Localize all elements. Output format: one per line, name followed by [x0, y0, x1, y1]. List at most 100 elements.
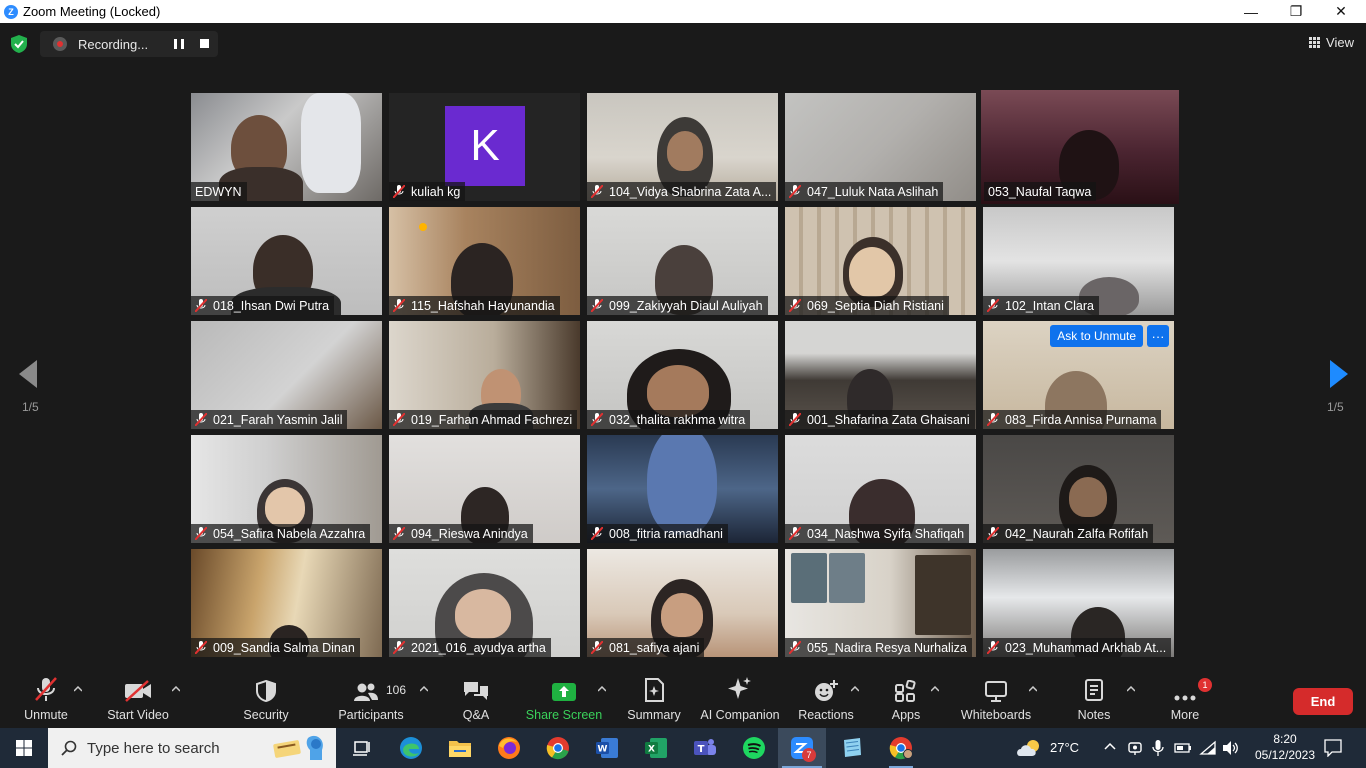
- muted-mic-icon: [789, 185, 801, 198]
- zoom-taskbar-button[interactable]: 7: [778, 728, 826, 768]
- participant-name-label: 023_Muhammad Arkhab At...: [983, 638, 1172, 657]
- video-off-icon: [125, 680, 151, 702]
- video-tile[interactable]: 094_Rieswa Anindya: [389, 435, 580, 543]
- security-button[interactable]: Security: [238, 672, 294, 728]
- video-tile[interactable]: 001_Shafarina Zata Ghaisani: [785, 321, 976, 429]
- view-label: View: [1326, 35, 1354, 50]
- video-tile[interactable]: 054_Safira Nabela Azzahra: [191, 435, 382, 543]
- reactions-button[interactable]: Reactions: [798, 672, 854, 728]
- whiteboards-options-caret-icon[interactable]: [1029, 686, 1037, 692]
- battery-icon[interactable]: [1174, 741, 1192, 755]
- window-title: Zoom Meeting (Locked): [23, 4, 161, 19]
- muted-mic-icon: [789, 413, 801, 426]
- qa-button[interactable]: Q&A: [456, 672, 496, 728]
- ai-companion-button[interactable]: AI Companion: [700, 672, 780, 728]
- video-tile[interactable]: 032_thalita rakhma witra: [587, 321, 778, 429]
- tile-more-options-button[interactable]: ···: [1147, 325, 1169, 347]
- apps-button[interactable]: Apps: [886, 672, 926, 728]
- participant-name-label: 008_fitria ramadhani: [587, 524, 728, 543]
- share-screen-button[interactable]: Share Screen: [526, 672, 602, 728]
- volume-icon[interactable]: [1222, 740, 1240, 756]
- video-tile[interactable]: 2021_016_ayudya artha: [389, 549, 580, 657]
- task-view-icon[interactable]: [348, 734, 376, 762]
- meeting-top-bar: Recording... View: [0, 23, 1366, 65]
- next-page-arrow-icon[interactable]: [1330, 360, 1348, 388]
- view-button[interactable]: View: [1309, 35, 1354, 50]
- participants-options-caret-icon[interactable]: [420, 686, 428, 692]
- start-video-button[interactable]: Start Video: [104, 672, 172, 728]
- video-tile[interactable]: 019_Farhan Ahmad Fachrezi: [389, 321, 580, 429]
- participant-name-label: 053_Naufal Taqwa: [984, 182, 1097, 201]
- participant-name-label: 081_safiya ajani: [587, 638, 705, 657]
- video-tile[interactable]: 009_Sandia Salma Dinan: [191, 549, 382, 657]
- page-indicator-right: 1/5: [1327, 400, 1344, 414]
- muted-mic-icon: [393, 527, 405, 540]
- summary-button[interactable]: Summary: [626, 672, 682, 728]
- notepad-icon[interactable]: [838, 734, 866, 762]
- video-tile[interactable]: 047_Luluk Nata Aslihah: [785, 93, 976, 201]
- chrome-profile-icon[interactable]: [887, 734, 915, 768]
- file-explorer-icon[interactable]: [446, 734, 474, 762]
- camera-privacy-icon[interactable]: [1127, 740, 1143, 756]
- minimize-button[interactable]: —: [1228, 0, 1274, 23]
- video-tile[interactable]: 023_Muhammad Arkhab At...: [983, 549, 1174, 657]
- security-shield-icon[interactable]: [11, 35, 27, 53]
- teams-icon[interactable]: T: [691, 734, 719, 762]
- video-tile[interactable]: 021_Farah Yasmin Jalil: [191, 321, 382, 429]
- participant-name-label: 099_Zakiyyah Diaul Auliyah: [587, 296, 768, 315]
- weather-cloud-icon[interactable]: [1015, 734, 1045, 762]
- muted-mic-icon: [789, 641, 801, 654]
- video-tile[interactable]: EDWYN: [191, 93, 382, 201]
- video-options-caret-icon[interactable]: [172, 686, 180, 692]
- search-highlight-illustration-icon: [270, 732, 330, 764]
- microphone-in-use-icon[interactable]: [1152, 739, 1164, 757]
- audio-options-caret-icon[interactable]: [74, 686, 82, 692]
- firefox-icon[interactable]: [495, 734, 523, 762]
- muted-microphone-icon: [35, 677, 57, 701]
- ask-to-unmute-button[interactable]: Ask to Unmute: [1050, 325, 1143, 347]
- share-options-caret-icon[interactable]: [598, 686, 606, 692]
- participants-button[interactable]: Participants: [336, 672, 406, 728]
- spotify-icon[interactable]: [740, 734, 768, 762]
- start-button[interactable]: [0, 728, 48, 768]
- video-tile[interactable]: 081_safiya ajani: [587, 549, 778, 657]
- previous-page-arrow-icon[interactable]: [19, 360, 37, 388]
- apps-options-caret-icon[interactable]: [931, 686, 939, 692]
- notes-options-caret-icon[interactable]: [1127, 686, 1135, 692]
- video-tile[interactable]: K kuliah kg: [389, 93, 580, 201]
- excel-icon[interactable]: X: [642, 734, 670, 762]
- video-tile[interactable]: 102_Intan Clara: [983, 207, 1174, 315]
- end-meeting-button[interactable]: End: [1293, 688, 1353, 715]
- video-tile[interactable]: 099_Zakiyyah Diaul Auliyah: [587, 207, 778, 315]
- video-tile[interactable]: 069_Septia Diah Ristiani: [785, 207, 976, 315]
- video-tile[interactable]: 104_Vidya Shabrina Zata A...: [587, 93, 778, 201]
- video-tile[interactable]: 055_Nadira Resya Nurhaliza: [785, 549, 976, 657]
- chrome-icon[interactable]: [544, 734, 572, 762]
- notes-button[interactable]: Notes: [1072, 672, 1116, 728]
- active-speaker-tile[interactable]: 053_Naufal Taqwa: [981, 90, 1179, 204]
- video-tile[interactable]: 018_Ihsan Dwi Putra: [191, 207, 382, 315]
- maximize-button[interactable]: ❐: [1273, 0, 1319, 23]
- notification-center-icon[interactable]: [1324, 739, 1342, 757]
- wifi-icon[interactable]: [1199, 740, 1217, 756]
- svg-text:T: T: [698, 744, 705, 755]
- participant-name-label: 055_Nadira Resya Nurhaliza: [785, 638, 972, 657]
- system-clock[interactable]: 8:20 05/12/2023: [1254, 731, 1316, 763]
- zoom-taskbar-badge: 7: [802, 748, 816, 762]
- video-tile[interactable]: 115_Hafshah Hayunandia: [389, 207, 580, 315]
- stop-recording-icon[interactable]: [200, 39, 209, 48]
- edge-browser-icon[interactable]: [397, 734, 425, 762]
- unmute-button[interactable]: Unmute: [18, 672, 74, 728]
- video-tile[interactable]: 008_fitria ramadhani: [587, 435, 778, 543]
- taskbar-search-box[interactable]: Type here to search: [48, 728, 336, 768]
- whiteboards-button[interactable]: Whiteboards: [958, 672, 1034, 728]
- reactions-options-caret-icon[interactable]: [851, 686, 859, 692]
- video-tile[interactable]: 034_Nashwa Syifa Shafiqah: [785, 435, 976, 543]
- pause-recording-icon[interactable]: [174, 39, 184, 49]
- participant-name-label: 001_Shafarina Zata Ghaisani: [785, 410, 975, 429]
- video-tile[interactable]: 042_Naurah Zalfa Rofifah: [983, 435, 1174, 543]
- show-hidden-icons-caret-icon[interactable]: [1104, 742, 1116, 750]
- video-tile[interactable]: Ask to Unmute ··· 083_Firda Annisa Purna…: [983, 321, 1174, 429]
- close-button[interactable]: ✕: [1318, 0, 1364, 23]
- word-icon[interactable]: W: [593, 734, 621, 762]
